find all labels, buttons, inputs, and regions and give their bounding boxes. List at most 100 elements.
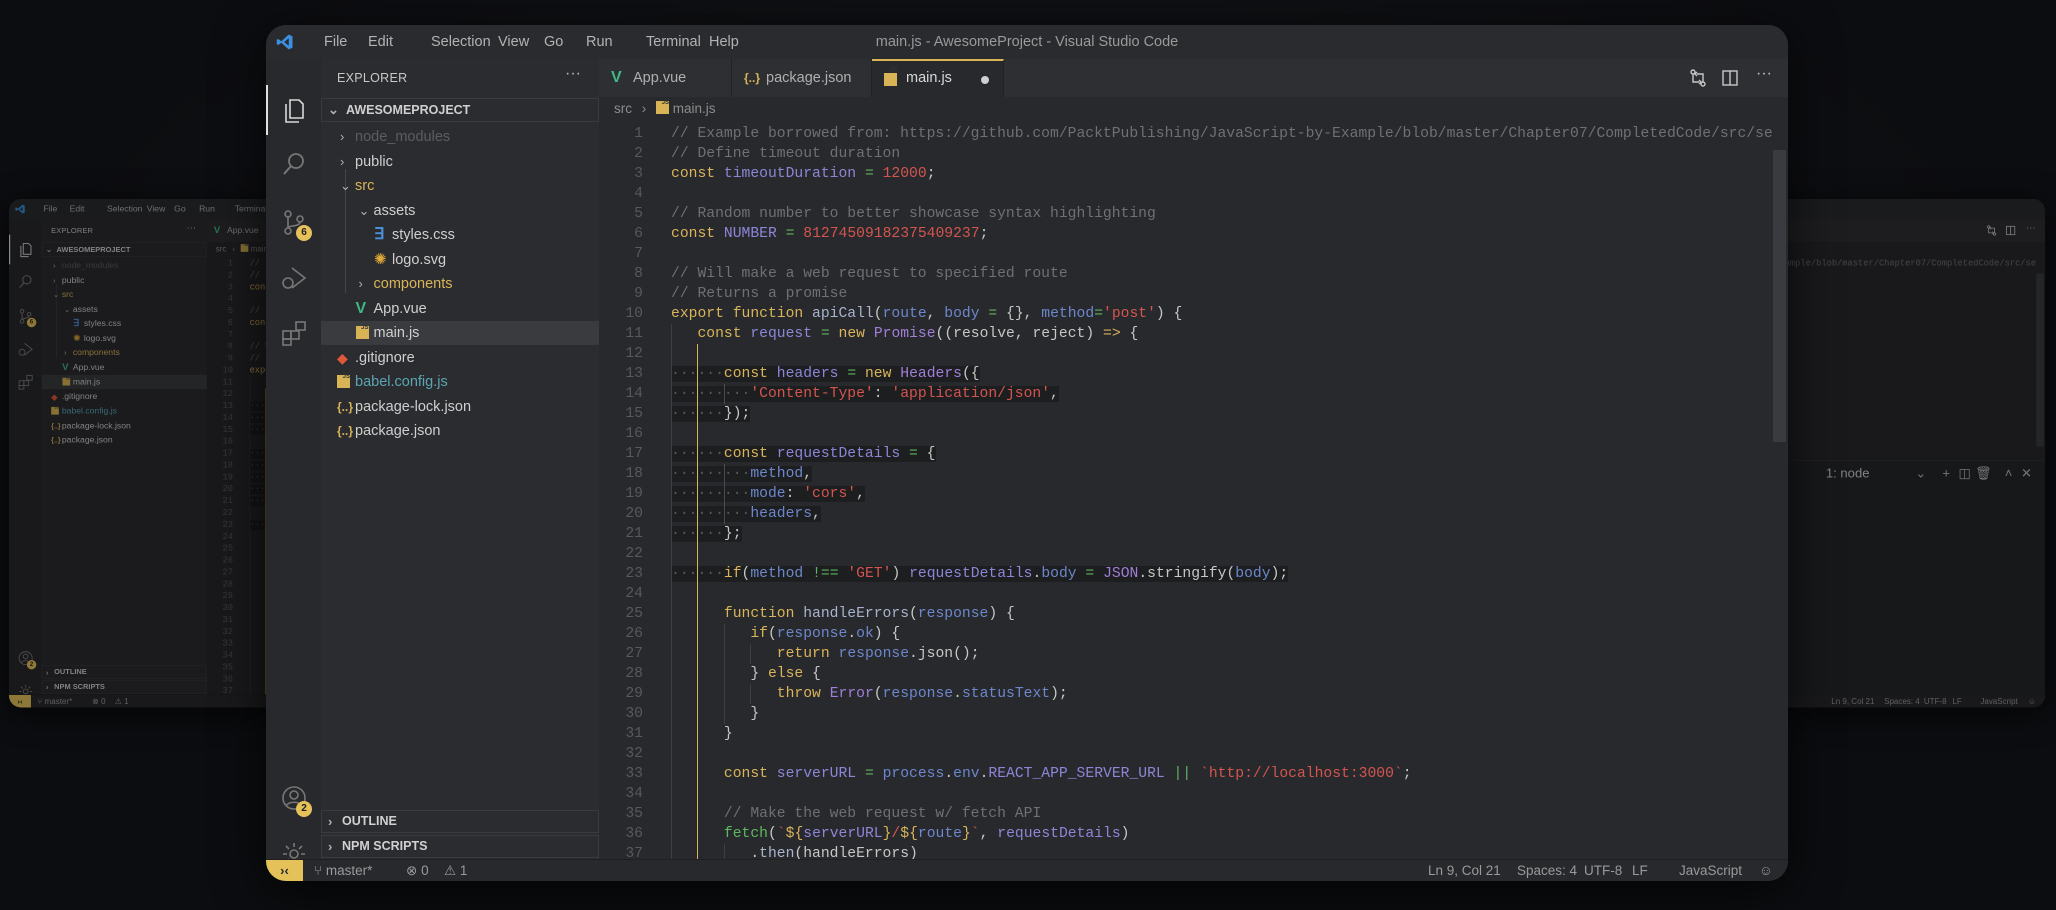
line-ending[interactable]: LF <box>1952 695 1961 707</box>
activity-source-control[interactable]: 6 <box>9 301 42 331</box>
code-editor[interactable]: 1 // Example borrowed from: https://githu… <box>599 121 1788 859</box>
activity-extensions[interactable] <box>9 367 42 397</box>
file-.gitignore[interactable]: ◆.gitignore <box>42 389 207 403</box>
project-folder-header[interactable]: ⌄AWESOMEPROJECT <box>321 98 599 122</box>
folder-node_modules[interactable]: › node_modules <box>42 258 207 272</box>
folder-node_modules[interactable]: › node_modules <box>321 125 599 149</box>
menu-run[interactable]: Run <box>586 25 613 59</box>
activity-extensions[interactable] <box>266 308 321 358</box>
file-package.json[interactable]: {..}package.json <box>42 433 207 447</box>
more-actions-button[interactable]: ··· <box>187 223 196 234</box>
menu-edit[interactable]: Edit <box>368 25 393 59</box>
feedback-smiley-icon[interactable]: ☺ <box>2028 695 2036 707</box>
menu-view[interactable]: View <box>498 25 529 59</box>
file-logo.svg[interactable]: ✺logo.svg <box>321 248 599 272</box>
menu-run[interactable]: Run <box>199 199 215 219</box>
breadcrumb-src[interactable]: src <box>614 101 632 116</box>
more-actions-button[interactable]: ··· <box>565 65 581 83</box>
warnings-status[interactable]: ⚠ 1 <box>115 695 129 707</box>
remote-indicator-icon[interactable]: ›‹ <box>9 694 31 708</box>
file-babel.config.js[interactable]: babel.config.js <box>321 365 599 394</box>
activity-run-debug[interactable] <box>9 334 42 364</box>
folder-components[interactable]: › components <box>42 346 207 360</box>
file-styles.css[interactable]: ∃styles.css <box>42 317 207 331</box>
menu-go[interactable]: Go <box>174 199 185 219</box>
errors-status[interactable]: ⊗ 0 <box>92 695 105 707</box>
encoding[interactable]: UTF-8 <box>1584 860 1622 881</box>
file-styles.css[interactable]: ∃styles.css <box>321 223 599 247</box>
encoding[interactable]: UTF-8 <box>1924 695 1947 707</box>
indentation[interactable]: Spaces: 4 <box>1517 860 1577 881</box>
split-editor-icon[interactable] <box>1720 68 1740 88</box>
branch-status[interactable]: ⑂ master* <box>38 695 73 707</box>
unsaved-dot-icon[interactable] <box>981 76 989 84</box>
folder-src[interactable]: ⌄src <box>42 288 207 302</box>
new-terminal-icon[interactable]: + <box>1942 466 1950 481</box>
menu-selection[interactable]: Selection <box>107 199 142 219</box>
remote-indicator-icon[interactable]: ›‹ <box>266 860 303 881</box>
line-ending[interactable]: LF <box>1632 860 1648 881</box>
activity-source-control[interactable]: 6 <box>266 197 321 247</box>
menu-help[interactable]: Help <box>709 25 739 59</box>
maximize-panel-icon[interactable]: ˄ <box>2005 466 2013 481</box>
activity-account[interactable]: 2 <box>266 773 321 823</box>
close-panel-icon[interactable]: ✕ <box>2021 466 2032 481</box>
open-changes-icon[interactable] <box>1688 68 1708 88</box>
indentation[interactable]: Spaces: 4 <box>1884 695 1920 707</box>
split-editor-icon[interactable] <box>2005 225 2017 237</box>
file-.gitignore[interactable]: ◆.gitignore <box>321 346 599 370</box>
trash-icon[interactable]: 🗑 <box>1975 466 1992 481</box>
file-package-lock.json[interactable]: {..}package-lock.json <box>42 418 207 432</box>
activity-files[interactable] <box>9 234 42 265</box>
menu-file[interactable]: File <box>324 25 347 59</box>
language-mode[interactable]: JavaScript <box>1980 695 2017 707</box>
menu-terminal[interactable]: Terminal <box>646 25 701 59</box>
file-main.js[interactable]: main.js <box>321 316 599 345</box>
outline-panel-header[interactable]: › OUTLINE <box>321 810 599 833</box>
chevron-down-icon[interactable]: ⌄ <box>1915 466 1926 481</box>
menu-edit[interactable]: Edit <box>70 199 85 219</box>
folder-src[interactable]: ⌄src <box>321 174 599 198</box>
feedback-smiley-icon[interactable]: ☺ <box>1759 860 1773 881</box>
menu-terminal[interactable]: Terminal <box>235 199 268 219</box>
menu-selection[interactable]: Selection <box>431 25 491 59</box>
menu-view[interactable]: View <box>147 199 166 219</box>
terminal-select[interactable]: 1: node <box>1826 466 1870 481</box>
file-babel.config.js[interactable]: babel.config.js <box>42 401 207 418</box>
cursor-position[interactable]: Ln 9, Col 21 <box>1831 695 1874 707</box>
breadcrumb-file[interactable]: main.js <box>673 101 716 116</box>
more-actions-icon[interactable]: ··· <box>2025 223 2037 235</box>
activity-run-debug[interactable] <box>266 253 321 303</box>
activity-search[interactable] <box>9 267 42 297</box>
folder-public[interactable]: › public <box>321 150 599 174</box>
file-logo.svg[interactable]: ✺logo.svg <box>42 331 207 345</box>
folder-components[interactable]: › components <box>321 272 599 296</box>
folder-assets[interactable]: ⌄assets <box>42 302 207 316</box>
vertical-scrollbar[interactable] <box>1773 150 1786 442</box>
folder-public[interactable]: › public <box>42 273 207 287</box>
branch-status[interactable]: ⑂ master* <box>314 860 372 881</box>
activity-search[interactable] <box>266 139 321 189</box>
warnings-status[interactable]: ⚠ 1 <box>444 860 467 881</box>
breadcrumb-src[interactable]: src <box>216 244 227 253</box>
activity-account[interactable]: 2 <box>9 643 42 673</box>
file-package-lock.json[interactable]: {..}package-lock.json <box>321 395 599 419</box>
npm-scripts-panel-header[interactable]: › NPM SCRIPTS <box>41 680 207 694</box>
open-changes-icon[interactable] <box>1986 225 1998 237</box>
npm-scripts-panel-header[interactable]: › NPM SCRIPTS <box>321 835 599 858</box>
file-package.json[interactable]: {..}package.json <box>321 419 599 443</box>
more-actions-icon[interactable]: ··· <box>1754 65 1774 85</box>
menu-go[interactable]: Go <box>544 25 563 59</box>
tab-main.js[interactable]: main.js <box>872 53 1004 97</box>
split-terminal-icon[interactable]: ◫ <box>1958 466 1970 481</box>
outline-panel-header[interactable]: › OUTLINE <box>41 665 207 679</box>
menu-file[interactable]: File <box>43 199 57 219</box>
tab-package.json[interactable]: {..} package.json <box>732 59 872 97</box>
language-mode[interactable]: JavaScript <box>1679 860 1742 881</box>
cursor-position[interactable]: Ln 9, Col 21 <box>1428 860 1501 881</box>
file-main.js[interactable]: main.js <box>41 372 207 390</box>
vertical-scrollbar[interactable] <box>2036 273 2044 447</box>
errors-status[interactable]: ⊗ 0 <box>406 860 429 881</box>
project-folder-header[interactable]: ⌄AWESOMEPROJECT <box>41 242 207 257</box>
folder-assets[interactable]: ⌄assets <box>321 199 599 223</box>
